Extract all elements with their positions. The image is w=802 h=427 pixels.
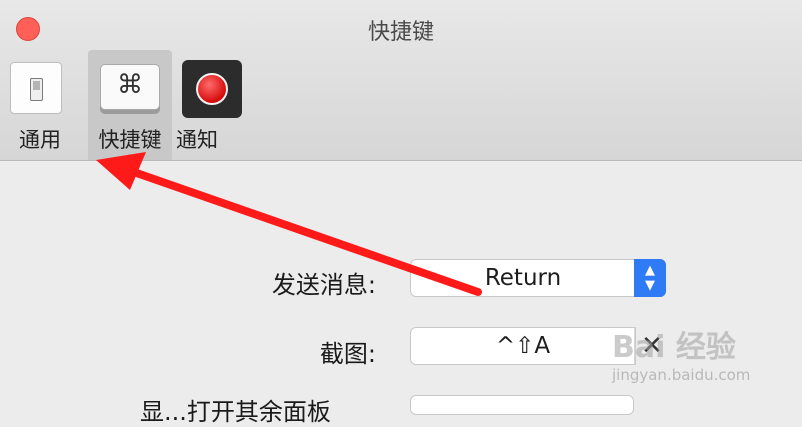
annotation-arrow [96,152,482,296]
